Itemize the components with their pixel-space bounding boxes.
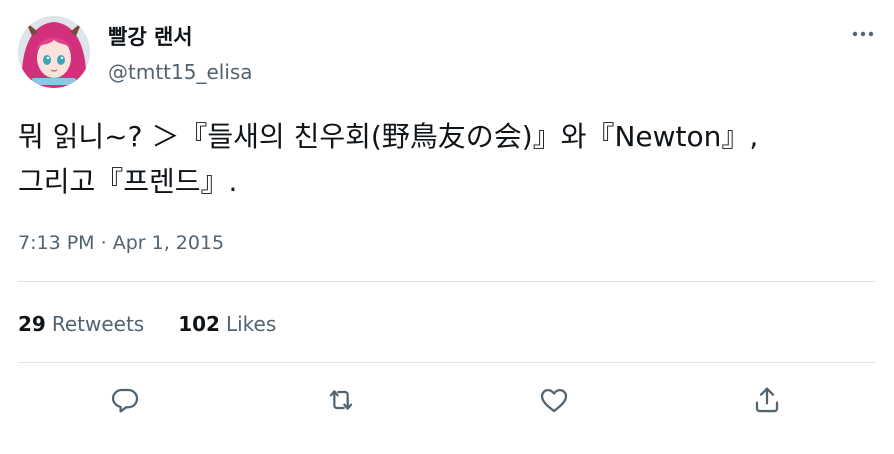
retweets-stat[interactable]: 29 Retweets xyxy=(18,311,144,337)
avatar[interactable] xyxy=(18,16,90,88)
like-button[interactable] xyxy=(534,380,574,420)
retweet-icon xyxy=(329,390,353,410)
action-bar xyxy=(0,380,894,420)
retweet-button[interactable] xyxy=(321,380,361,420)
divider xyxy=(18,281,876,282)
reply-button[interactable] xyxy=(105,380,145,420)
display-name[interactable]: 빨강 랜서 xyxy=(108,24,193,50)
meta-separator: · xyxy=(100,232,107,254)
heart-icon xyxy=(540,389,568,413)
share-icon xyxy=(755,387,779,413)
user-handle[interactable]: @tmtt15_elisa xyxy=(108,60,253,84)
likes-label: Likes xyxy=(225,312,277,336)
tweet-time[interactable]: 7:13 PM xyxy=(18,232,95,254)
reply-icon xyxy=(111,388,139,413)
tweet-text: 뭐 읽니~? ＞『들새의 친우회(野鳥友の会)』와『Newton』, 그리고『프… xyxy=(18,120,759,198)
share-button[interactable] xyxy=(747,380,787,420)
retweets-count: 29 xyxy=(18,312,46,336)
more-horizontal-icon xyxy=(852,31,874,37)
avatar-image xyxy=(18,16,90,88)
tweet-date[interactable]: Apr 1, 2015 xyxy=(113,232,224,254)
likes-count: 102 xyxy=(178,312,220,336)
tweet-card: 빨강 랜서 @tmtt15_elisa 뭐 읽니~? ＞『들새의 친우회(野鳥友… xyxy=(0,0,894,454)
tweet-meta: 7:13 PM · Apr 1, 2015 xyxy=(18,231,224,255)
retweets-label: Retweets xyxy=(51,312,145,336)
likes-stat[interactable]: 102 Likes xyxy=(178,311,276,337)
more-options-button[interactable] xyxy=(846,20,880,48)
tweet-stats: 29 Retweets 102 Likes xyxy=(18,311,276,337)
divider xyxy=(18,362,876,363)
